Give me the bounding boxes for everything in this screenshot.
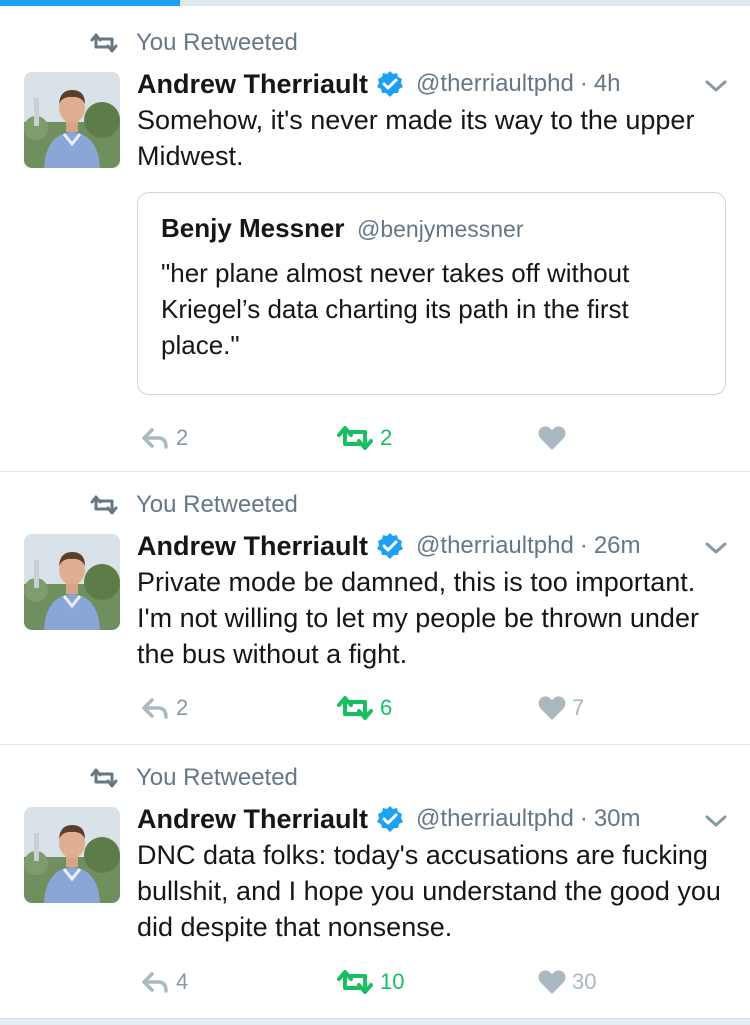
tweet[interactable]: You Retweeted Andrew Therriault @therria… (0, 6, 750, 472)
tweet-header: Andrew Therriault @therriaultphd · 26m (137, 526, 641, 566)
quoted-author-name: Benjy Messner (161, 213, 345, 243)
tweet[interactable]: You Retweeted Andrew Therriault @therria… (0, 472, 750, 745)
tweet-timestamp[interactable]: 26m (594, 532, 641, 560)
chevron-down-icon[interactable] (704, 540, 728, 556)
tweet-text: Somehow, it's never made its way to the … (137, 105, 695, 171)
like-button[interactable]: 7 (538, 688, 584, 728)
tweet-timestamp[interactable]: 4h (594, 70, 621, 98)
retweet-icon (90, 768, 118, 788)
retweet-icon (337, 696, 373, 720)
tweet-text: DNC data folks: today's accusations are … (137, 840, 721, 942)
retweet-icon (90, 33, 118, 53)
separator-dot: · (579, 805, 588, 832)
avatar[interactable] (24, 72, 120, 168)
author-handle[interactable]: @therriaultphd (416, 70, 574, 98)
heart-icon (538, 970, 566, 994)
quoted-tweet[interactable]: Benjy Messner @benjymessner "her plane a… (137, 192, 726, 395)
avatar[interactable] (24, 807, 120, 903)
like-count: 7 (572, 695, 585, 720)
retweet-button[interactable]: 10 (336, 962, 404, 1002)
verified-badge-icon (377, 806, 404, 832)
retweet-context: You Retweeted (88, 763, 298, 793)
chevron-down-icon[interactable] (704, 78, 728, 94)
tweet-actions: 2 6 7 (0, 688, 750, 728)
quoted-tweet-text: "her plane almost never takes off withou… (161, 258, 630, 360)
reply-icon (142, 698, 168, 719)
retweet-count: 10 (380, 969, 405, 994)
retweet-icon (337, 970, 373, 994)
verified-badge-icon (377, 71, 404, 97)
author-handle[interactable]: @therriaultphd (416, 532, 574, 560)
separator-dot: · (579, 70, 588, 97)
like-count: 30 (572, 969, 597, 994)
tweet-header: Andrew Therriault @therriaultphd · 4h (137, 64, 621, 104)
retweet-context-label: You Retweeted (136, 29, 298, 56)
quoted-tweet-header: Benjy Messner @benjymessner (161, 213, 524, 244)
reply-icon (142, 428, 168, 449)
tweet-timestamp[interactable]: 30m (594, 805, 641, 833)
like-button[interactable] (538, 418, 572, 458)
reply-count: 4 (176, 969, 189, 994)
avatar[interactable] (24, 534, 120, 630)
retweet-count: 2 (380, 425, 393, 450)
tweet-actions: 4 10 30 (0, 962, 750, 1002)
retweet-context-label: You Retweeted (136, 764, 298, 791)
retweet-context: You Retweeted (88, 490, 298, 520)
reply-count: 2 (176, 695, 189, 720)
quoted-author-handle: @benjymessner (356, 216, 524, 242)
tweet-header: Andrew Therriault @therriaultphd · 30m (137, 799, 641, 839)
tweet-actions: 2 2 (0, 418, 750, 458)
retweet-icon (337, 426, 373, 450)
tweet[interactable]: You Retweeted Andrew Therriault @therria… (0, 745, 750, 1018)
separator-dot: · (579, 532, 588, 559)
verified-badge-icon (377, 533, 404, 559)
reply-count: 2 (176, 425, 189, 450)
chevron-down-icon[interactable] (704, 813, 728, 829)
retweet-context-label: You Retweeted (136, 491, 298, 518)
heart-icon (538, 696, 566, 720)
like-button[interactable]: 30 (538, 962, 596, 1002)
retweet-button[interactable]: 6 (336, 688, 392, 728)
retweet-icon (90, 495, 118, 515)
retweet-context: You Retweeted (88, 28, 298, 58)
retweet-button[interactable]: 2 (336, 418, 392, 458)
reply-icon (142, 972, 168, 993)
reply-button[interactable]: 2 (140, 418, 188, 458)
author-name[interactable]: Andrew Therriault (137, 804, 368, 835)
bottom-edge (0, 1018, 750, 1025)
reply-button[interactable]: 4 (140, 962, 188, 1002)
retweet-count: 6 (380, 695, 393, 720)
author-name[interactable]: Andrew Therriault (137, 531, 368, 562)
author-name[interactable]: Andrew Therriault (137, 69, 368, 100)
heart-icon (538, 426, 566, 450)
author-handle[interactable]: @therriaultphd (416, 805, 574, 833)
tweet-text: Private mode be damned, this is too impo… (137, 567, 699, 669)
reply-button[interactable]: 2 (140, 688, 188, 728)
